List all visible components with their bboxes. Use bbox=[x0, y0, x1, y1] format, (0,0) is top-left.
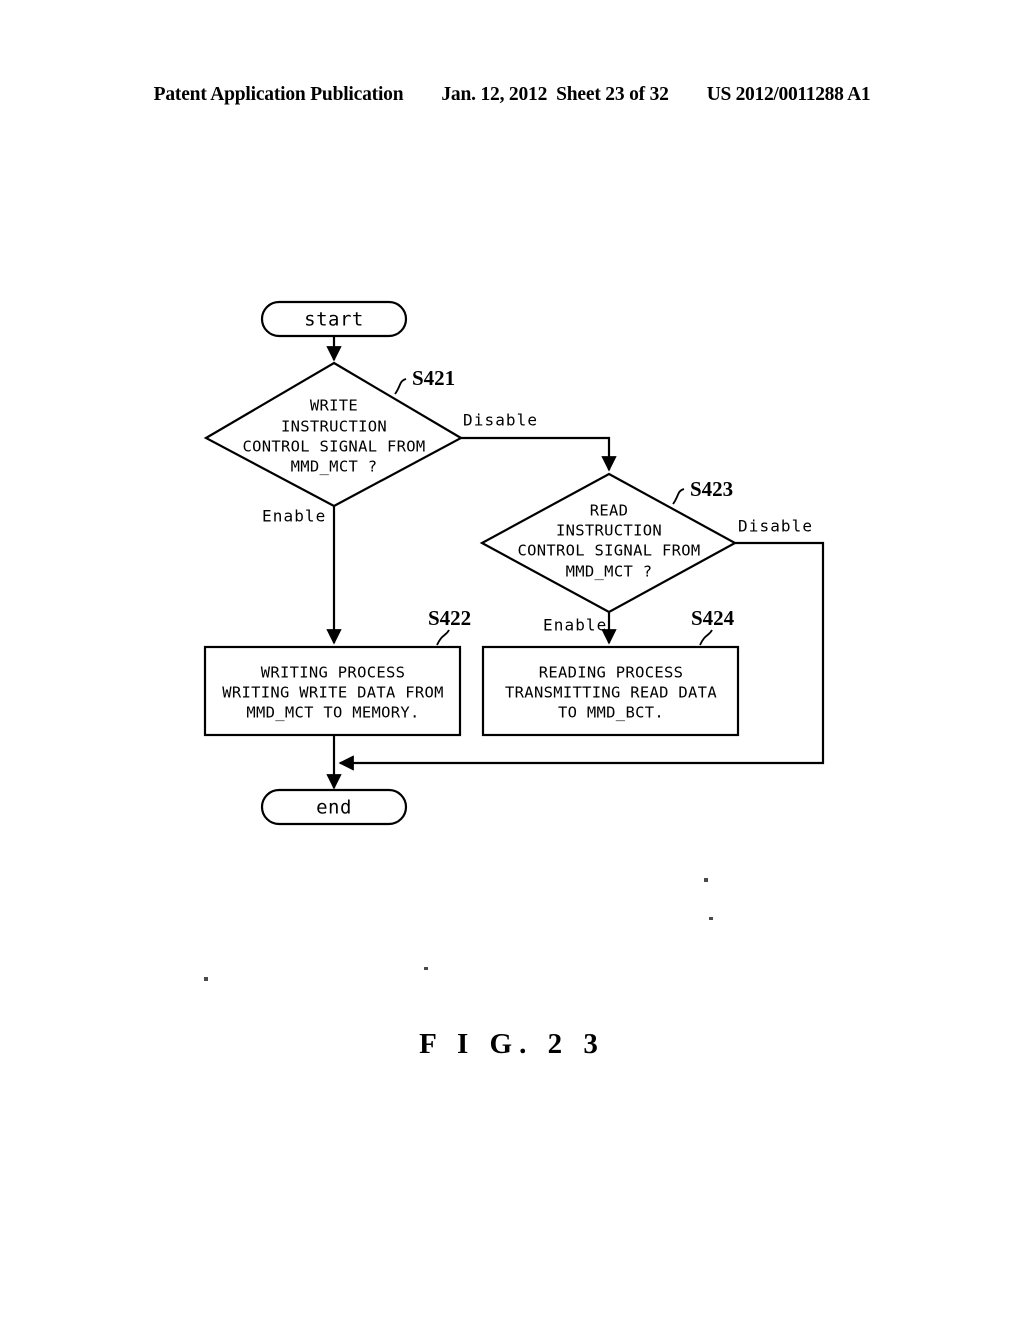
flowchart-node-end: end bbox=[260, 788, 408, 826]
s423-text-line-3: CONTROL SIGNAL FROM bbox=[517, 542, 700, 560]
s423-step-label: S423 bbox=[690, 477, 733, 501]
figure-caption: F I G. 2 3 bbox=[419, 1028, 605, 1060]
s422-leader-line bbox=[436, 629, 450, 646]
s422-text-line-3: MMD_MCT TO MEMORY. bbox=[246, 704, 419, 722]
s421-text-line-1: WRITE bbox=[310, 397, 358, 415]
s421-enable-label: Enable bbox=[262, 507, 326, 526]
s423-text-line-1: READ bbox=[590, 502, 629, 520]
s422-step-label: S422 bbox=[428, 606, 471, 630]
s424-text-line-2: TRANSMITTING READ DATA bbox=[505, 684, 717, 702]
scan-speck bbox=[704, 878, 708, 882]
scan-speck bbox=[424, 967, 428, 970]
scan-speck bbox=[709, 917, 713, 920]
start-node-label: start bbox=[304, 309, 364, 331]
s424-text-line-3: TO MMD_BCT. bbox=[558, 704, 664, 722]
s423-enable-label: Enable bbox=[543, 616, 607, 635]
flowchart-diagram: start WRITE INSTRUCTION CONTROL SIGNAL F… bbox=[0, 0, 1024, 1320]
s424-leader-line bbox=[699, 629, 713, 646]
end-node-label: end bbox=[316, 797, 352, 819]
s424-step-label: S424 bbox=[691, 606, 735, 630]
s421-disable-label: Disable bbox=[463, 411, 538, 430]
flowchart-node-start: start bbox=[260, 300, 408, 338]
s421-text-line-2: INSTRUCTION bbox=[281, 418, 387, 436]
s421-leader-line bbox=[394, 378, 407, 395]
s423-leader-line bbox=[672, 488, 685, 505]
s422-text-line-1: WRITING PROCESS bbox=[261, 664, 405, 682]
s421-text-line-4: MMD_MCT ? bbox=[291, 458, 378, 476]
s421-text-line-3: CONTROL SIGNAL FROM bbox=[242, 438, 425, 456]
s423-text-line-4: MMD_MCT ? bbox=[566, 563, 653, 581]
flowchart-node-process-s424: READING PROCESS TRANSMITTING READ DATA T… bbox=[481, 645, 740, 737]
edge-s421-disable-to-s423 bbox=[461, 436, 617, 472]
s421-step-label: S421 bbox=[412, 366, 455, 390]
s422-text-line-2: WRITING WRITE DATA FROM bbox=[222, 684, 444, 702]
scan-speck bbox=[204, 977, 208, 981]
s423-disable-label: Disable bbox=[738, 517, 813, 536]
flowchart-node-process-s422: WRITING PROCESS WRITING WRITE DATA FROM … bbox=[203, 645, 462, 737]
s424-text-line-1: READING PROCESS bbox=[539, 664, 683, 682]
s423-text-line-2: INSTRUCTION bbox=[556, 522, 662, 540]
